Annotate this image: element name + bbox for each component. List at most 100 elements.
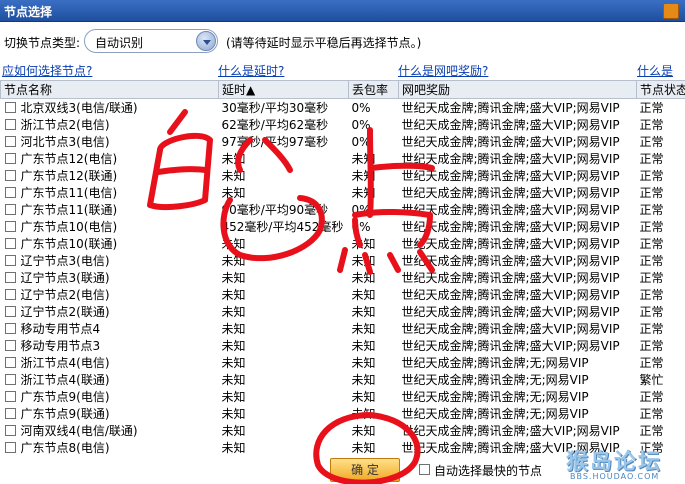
watermark-url: BBS.HOUDAO.COM bbox=[570, 472, 660, 481]
col-latency-header[interactable]: 延时▲ bbox=[218, 80, 349, 99]
table-row[interactable]: 广东节点9(联通) 未知 未知 世纪天成金牌;腾讯金牌;无;网易VIP 正常 bbox=[1, 405, 685, 422]
table-row[interactable]: 浙江节点4(电信) 未知 未知 世纪天成金牌;腾讯金牌;无;网易VIP 正常 bbox=[1, 354, 685, 371]
node-name: 广东节点9(电信) bbox=[20, 390, 110, 404]
node-reward: 世纪天成金牌;腾讯金牌;盛大VIP;网易VIP bbox=[401, 339, 620, 353]
row-checkbox[interactable] bbox=[4, 136, 16, 147]
table-row[interactable]: 广东节点11(联通) 90毫秒/平均90毫秒 0% 世纪天成金牌;腾讯金牌;盛大VIP… bbox=[1, 201, 685, 218]
row-checkbox[interactable] bbox=[4, 289, 16, 300]
node-status: 正常 bbox=[639, 118, 664, 132]
node-reward: 世纪天成金牌;腾讯金牌;盛大VIP;网易VIP bbox=[401, 305, 620, 319]
table-row[interactable]: 辽宁节点2(联通) 未知 未知 世纪天成金牌;腾讯金牌;盛大VIP;网易VIP 正常 bbox=[1, 303, 685, 320]
close-icon[interactable] bbox=[663, 3, 679, 19]
table-row[interactable]: 广东节点10(电信) 452毫秒/平均452毫秒 0% 世纪天成金牌;腾讯金牌;盛大V… bbox=[1, 218, 685, 235]
node-status: 正常 bbox=[639, 322, 664, 336]
node-latency: 未知 bbox=[221, 424, 246, 438]
node-status: 繁忙 bbox=[639, 373, 664, 387]
node-latency: 未知 bbox=[221, 169, 246, 183]
col-reward-header[interactable]: 网吧奖励 bbox=[398, 80, 637, 99]
node-status: 正常 bbox=[639, 271, 664, 285]
node-loss: 未知 bbox=[351, 441, 376, 454]
how-to-choose-link[interactable]: 应如何选择节点? bbox=[2, 62, 92, 79]
node-latency: 未知 bbox=[221, 373, 246, 387]
row-checkbox[interactable] bbox=[4, 221, 16, 232]
col-name-header[interactable]: 节点名称 bbox=[0, 80, 219, 99]
node-latency: 未知 bbox=[221, 322, 246, 336]
node-reward: 世纪天成金牌;腾讯金牌;无;网易VIP bbox=[401, 356, 589, 370]
node-latency: 30毫秒/平均30毫秒 bbox=[221, 101, 329, 115]
row-checkbox[interactable] bbox=[4, 238, 16, 249]
row-checkbox[interactable] bbox=[4, 340, 16, 351]
what-is-latency-link[interactable]: 什么是延时? bbox=[218, 62, 284, 79]
ok-button[interactable]: 确 定 bbox=[330, 458, 400, 482]
node-loss: 0% bbox=[351, 134, 371, 149]
table-row[interactable]: 移动专用节点4 未知 未知 世纪天成金牌;腾讯金牌;盛大VIP;网易VIP 正常 bbox=[1, 320, 685, 337]
row-checkbox[interactable] bbox=[4, 170, 16, 181]
row-checkbox[interactable] bbox=[4, 272, 16, 283]
node-type-select[interactable]: 自动识别 bbox=[84, 29, 218, 53]
chevron-down-icon[interactable] bbox=[196, 31, 216, 51]
col-status-header[interactable]: 节点状态 bbox=[636, 80, 685, 99]
table-row[interactable]: 广东节点12(联通) 未知 未知 世纪天成金牌;腾讯金牌;盛大VIP;网易VIP 正常 bbox=[1, 167, 685, 184]
row-checkbox[interactable] bbox=[4, 187, 16, 198]
node-name: 河北节点3(电信) bbox=[20, 135, 110, 149]
table-row[interactable]: 辽宁节点2(电信) 未知 未知 世纪天成金牌;腾讯金牌;盛大VIP;网易VIP 正常 bbox=[1, 286, 685, 303]
node-reward: 世纪天成金牌;腾讯金牌;盛大VIP;网易VIP bbox=[401, 118, 620, 132]
row-checkbox[interactable] bbox=[4, 306, 16, 317]
node-name: 广东节点10(电信) bbox=[20, 220, 118, 234]
node-reward: 世纪天成金牌;腾讯金牌;盛大VIP;网易VIP bbox=[401, 203, 620, 217]
row-checkbox[interactable] bbox=[4, 323, 16, 334]
node-loss: 未知 bbox=[351, 424, 376, 438]
what-is-reward-link[interactable]: 什么是网吧奖励? bbox=[398, 62, 488, 79]
row-checkbox[interactable] bbox=[4, 102, 16, 113]
row-checkbox[interactable] bbox=[4, 357, 16, 368]
row-checkbox[interactable] bbox=[4, 153, 16, 164]
node-type-row: 切换节点类型: 自动识别 (请等待延时显示平稳后再选择节点。) bbox=[0, 22, 685, 60]
table-row[interactable]: 北京双线3(电信/联通) 30毫秒/平均30毫秒 0% 世纪天成金牌;腾讯金牌;盛大V… bbox=[1, 99, 685, 117]
table-row[interactable]: 广东节点10(联通) 未知 未知 世纪天成金牌;腾讯金牌;盛大VIP;网易VIP 正常 bbox=[1, 235, 685, 252]
node-loss: 未知 bbox=[351, 356, 376, 370]
table-row[interactable]: 河南双线4(电信/联通) 未知 未知 世纪天成金牌;腾讯金牌;盛大VIP;网易VIP 正… bbox=[1, 422, 685, 439]
table-row[interactable]: 移动专用节点3 未知 未知 世纪天成金牌;腾讯金牌;盛大VIP;网易VIP 正常 bbox=[1, 337, 685, 354]
node-status: 正常 bbox=[639, 407, 664, 421]
node-loss: 未知 bbox=[351, 237, 376, 251]
node-reward: 世纪天成金牌;腾讯金牌;盛大VIP;网易VIP bbox=[401, 220, 620, 234]
row-checkbox[interactable] bbox=[4, 204, 16, 215]
col-loss-header[interactable]: 丢包率 bbox=[348, 80, 399, 99]
node-name: 辽宁节点2(联通) bbox=[20, 305, 110, 319]
node-status: 正常 bbox=[639, 390, 664, 404]
node-name: 移动专用节点3 bbox=[20, 339, 101, 353]
row-checkbox[interactable] bbox=[4, 391, 16, 402]
table-row[interactable]: 广东节点11(电信) 未知 未知 世纪天成金牌;腾讯金牌;盛大VIP;网易VIP 正常 bbox=[1, 184, 685, 201]
row-checkbox[interactable] bbox=[4, 442, 16, 453]
table-row[interactable]: 广东节点9(电信) 未知 未知 世纪天成金牌;腾讯金牌;无;网易VIP 正常 bbox=[1, 388, 685, 405]
wait-hint: (请等待延时显示平稳后再选择节点。) bbox=[226, 36, 422, 50]
table-row[interactable]: 河北节点3(电信) 97毫秒/平均97毫秒 0% 世纪天成金牌;腾讯金牌;盛大VIP;… bbox=[1, 133, 685, 150]
table-row[interactable]: 辽宁节点3(电信) 未知 未知 世纪天成金牌;腾讯金牌;盛大VIP;网易VIP 正常 bbox=[1, 252, 685, 269]
auto-select-checkbox[interactable] bbox=[419, 464, 430, 475]
node-name: 北京双线3(电信/联通) bbox=[20, 101, 138, 115]
row-checkbox[interactable] bbox=[4, 119, 16, 130]
node-status: 正常 bbox=[639, 152, 664, 166]
what-is-status-link[interactable]: 什么是 bbox=[637, 62, 673, 79]
node-name: 广东节点11(联通) bbox=[20, 203, 118, 217]
node-loss: 未知 bbox=[351, 152, 376, 166]
node-loss: 未知 bbox=[351, 254, 376, 268]
row-checkbox[interactable] bbox=[4, 408, 16, 419]
row-checkbox[interactable] bbox=[4, 255, 16, 266]
node-reward: 世纪天成金牌;腾讯金牌;盛大VIP;网易VIP bbox=[401, 169, 620, 183]
row-checkbox[interactable] bbox=[4, 425, 16, 436]
node-loss: 未知 bbox=[351, 407, 376, 421]
node-status: 正常 bbox=[639, 356, 664, 370]
node-latency: 未知 bbox=[221, 237, 246, 251]
node-latency: 未知 bbox=[221, 441, 246, 454]
table-row[interactable]: 浙江节点2(电信) 62毫秒/平均62毫秒 0% 世纪天成金牌;腾讯金牌;盛大VIP;… bbox=[1, 116, 685, 133]
node-name: 浙江节点4(电信) bbox=[20, 356, 110, 370]
table-header: 节点名称 延时▲ 丢包率 网吧奖励 节点状态 bbox=[0, 80, 685, 99]
table-row[interactable]: 浙江节点4(联通) 未知 未知 世纪天成金牌;腾讯金牌;无;网易VIP 繁忙 bbox=[1, 371, 685, 388]
node-status: 正常 bbox=[639, 305, 664, 319]
table-row[interactable]: 广东节点12(电信) 未知 未知 世纪天成金牌;腾讯金牌;盛大VIP;网易VIP 正常 bbox=[1, 150, 685, 167]
table-row[interactable]: 辽宁节点3(联通) 未知 未知 世纪天成金牌;腾讯金牌;盛大VIP;网易VIP 正常 bbox=[1, 269, 685, 286]
node-name: 浙江节点4(联通) bbox=[20, 373, 110, 387]
row-checkbox[interactable] bbox=[4, 374, 16, 385]
node-latency: 未知 bbox=[221, 186, 246, 200]
